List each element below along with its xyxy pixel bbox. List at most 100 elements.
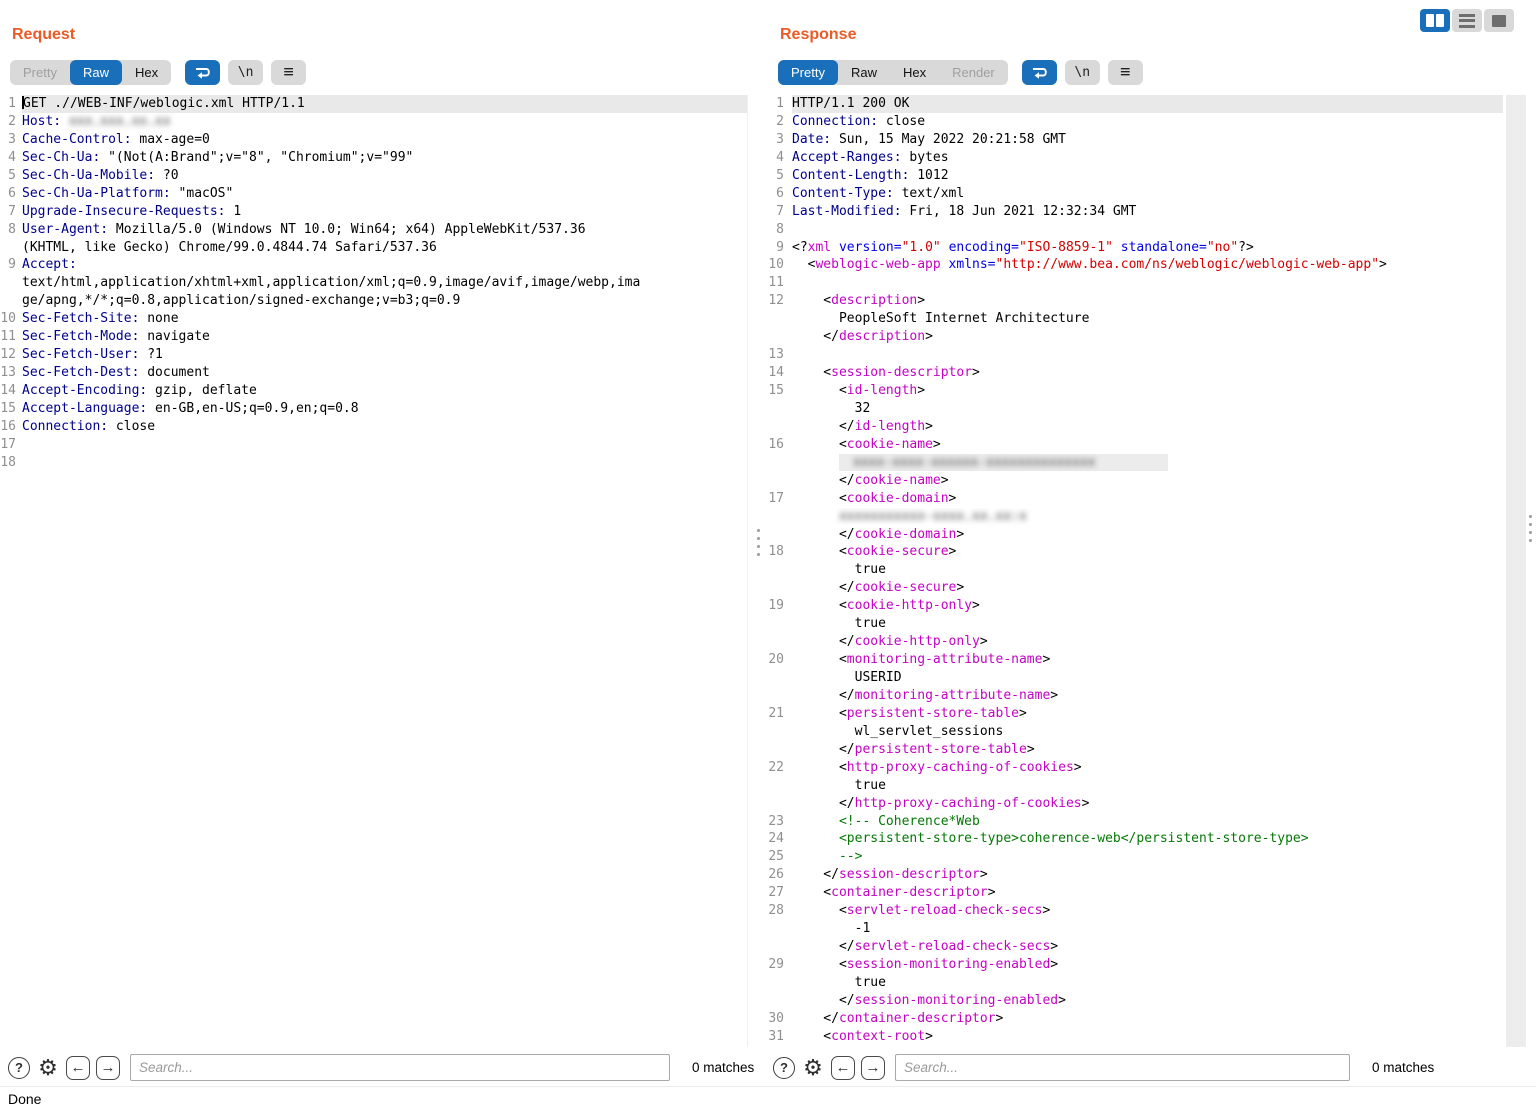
response-search-input[interactable] <box>895 1054 1350 1081</box>
code-row: 8 <box>766 221 1503 239</box>
response-help-button[interactable]: ? <box>773 1057 795 1079</box>
tab-raw[interactable]: Raw <box>70 60 122 85</box>
code-row: 14 <session-descriptor> <box>766 364 1503 382</box>
request-panel-title: Request <box>12 26 75 44</box>
line-number <box>0 292 22 310</box>
request-help-button[interactable]: ? <box>8 1057 30 1079</box>
tab-hex[interactable]: Hex <box>122 60 171 85</box>
line-number: 16 <box>766 436 792 454</box>
code-row: 16Connection: close <box>0 418 747 436</box>
code-row: 12Sec-Fetch-User: ?1 <box>0 346 747 364</box>
line-number <box>766 669 792 687</box>
line-number: 5 <box>766 167 792 185</box>
code-row: 10Sec-Fetch-Site: none <box>0 310 747 328</box>
code-row: 4Sec-Ch-Ua: "(Not(A:Brand";v="8", "Chrom… <box>0 149 747 167</box>
line-number: 25 <box>766 848 792 866</box>
response-wrap-toggle-button[interactable] <box>1022 60 1057 85</box>
request-next-match-button[interactable]: → <box>96 1056 120 1080</box>
code-row: 14Accept-Encoding: gzip, deflate <box>0 382 747 400</box>
line-number <box>766 310 792 328</box>
request-prev-match-button[interactable]: ← <box>66 1056 90 1080</box>
response-toolbar: PrettyRawHexRender \n ≡ <box>778 60 1143 85</box>
request-search-input[interactable] <box>130 1054 670 1081</box>
code-row: 9Accept: <box>0 256 747 274</box>
line-number: 18 <box>0 454 22 472</box>
line-number: 15 <box>766 382 792 400</box>
request-search-bar: ? ⚙ ← → 0 matches <box>8 1054 754 1081</box>
code-row: </id-length> <box>766 418 1503 436</box>
code-row: 13 <box>766 346 1503 364</box>
code-row: 19 <cookie-http-only> <box>766 597 1503 615</box>
line-number: 12 <box>0 346 22 364</box>
tab-raw[interactable]: Raw <box>838 60 890 85</box>
line-number <box>766 561 792 579</box>
response-search-settings-button[interactable]: ⚙ <box>801 1056 825 1080</box>
single-view-button[interactable] <box>1484 9 1514 32</box>
code-row: 29 <session-monitoring-enabled> <box>766 956 1503 974</box>
edge-splitter-grip[interactable] <box>1529 515 1532 542</box>
line-number <box>766 992 792 1010</box>
code-row: USERID <box>766 669 1503 687</box>
gear-icon: ⚙ <box>38 1057 58 1079</box>
http-message-viewer: Request Response PrettyRawHex \n ≡ Prett… <box>0 0 1536 1111</box>
line-number <box>766 472 792 490</box>
request-code: 1GET .//WEB-INF/weblogic.xml HTTP/1.12Ho… <box>0 95 747 472</box>
line-number: 2 <box>0 113 22 131</box>
response-editor[interactable]: 1HTTP/1.1 200 OK2Connection: close3Date:… <box>766 95 1527 1047</box>
response-scrollbar[interactable] <box>1506 95 1526 1047</box>
response-newline-toggle-button[interactable]: \n <box>1065 60 1100 85</box>
line-number: 24 <box>766 830 792 848</box>
code-row: 6Sec-Ch-Ua-Platform: "macOS" <box>0 185 747 203</box>
line-number: 17 <box>0 436 22 454</box>
menu-icon: ≡ <box>1120 64 1130 81</box>
columns-view-button[interactable] <box>1420 9 1450 32</box>
request-search-settings-button[interactable]: ⚙ <box>36 1056 60 1080</box>
response-editor-menu-button[interactable]: ≡ <box>1108 60 1143 85</box>
code-row: 32 <box>766 400 1503 418</box>
line-number <box>766 741 792 759</box>
request-wrap-toggle-button[interactable] <box>185 60 220 85</box>
code-row: 25 --> <box>766 848 1503 866</box>
tab-pretty[interactable]: Pretty <box>778 60 838 85</box>
panel-splitter-grip[interactable] <box>757 529 760 556</box>
code-row: 1GET .//WEB-INF/weblogic.xml HTTP/1.1 <box>0 95 747 113</box>
stacked-view-button[interactable] <box>1452 9 1482 32</box>
code-row: 6Content-Type: text/xml <box>766 185 1503 203</box>
line-number: 18 <box>766 543 792 561</box>
line-number: 13 <box>0 364 22 382</box>
code-row: 17 <box>0 436 747 454</box>
line-number: 28 <box>766 902 792 920</box>
code-row: -1 <box>766 920 1503 938</box>
code-row: PeopleSoft Internet Architecture <box>766 310 1503 328</box>
line-number: 4 <box>766 149 792 167</box>
request-editor-menu-button[interactable]: ≡ <box>271 60 306 85</box>
code-row: 5Sec-Ch-Ua-Mobile: ?0 <box>0 167 747 185</box>
response-view-tabs: PrettyRawHexRender <box>778 60 1008 85</box>
line-number <box>0 239 22 257</box>
gear-icon: ⚙ <box>803 1057 823 1079</box>
request-editor[interactable]: 1GET .//WEB-INF/weblogic.xml HTTP/1.12Ho… <box>0 95 748 1047</box>
line-number: 12 <box>766 292 792 310</box>
code-row: 2Host: xxx.xxx.xx.xx <box>0 113 747 131</box>
response-prev-match-button[interactable]: ← <box>831 1056 855 1080</box>
code-row: 20 <monitoring-attribute-name> <box>766 651 1503 669</box>
line-number: 6 <box>766 185 792 203</box>
line-number: 8 <box>766 221 792 239</box>
code-row: </description> <box>766 328 1503 346</box>
code-row: wl_servlet_sessions <box>766 723 1503 741</box>
request-newline-toggle-button[interactable]: \n <box>228 60 263 85</box>
rows-icon <box>1459 14 1475 28</box>
line-number <box>766 400 792 418</box>
tab-hex[interactable]: Hex <box>890 60 939 85</box>
line-number: 7 <box>0 203 22 221</box>
line-number: 9 <box>766 239 792 257</box>
code-row: </session-monitoring-enabled> <box>766 992 1503 1010</box>
code-row: 3Date: Sun, 15 May 2022 20:21:58 GMT <box>766 131 1503 149</box>
code-row: 10 <weblogic-web-app xmlns="http://www.b… <box>766 256 1503 274</box>
code-row: 11 <box>766 274 1503 292</box>
word-wrap-icon <box>193 65 212 80</box>
response-next-match-button[interactable]: → <box>861 1056 885 1080</box>
response-code: 1HTTP/1.1 200 OK2Connection: close3Date:… <box>766 95 1503 1046</box>
arrow-left-icon: ← <box>71 1059 86 1076</box>
code-row: </monitoring-attribute-name> <box>766 687 1503 705</box>
